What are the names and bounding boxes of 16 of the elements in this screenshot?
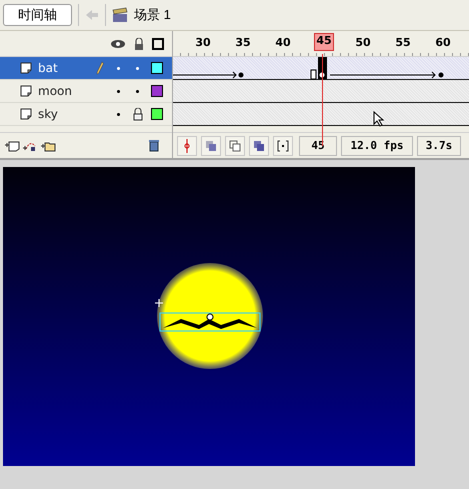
scene-label: 场景 1	[134, 6, 171, 24]
frame-number: 50	[354, 36, 372, 49]
layer-name: bat	[38, 61, 59, 75]
frame-number: 55	[394, 36, 412, 49]
frame-number: 45	[314, 33, 334, 51]
frame-number: 40	[274, 36, 292, 49]
layer-name: moon	[38, 84, 73, 98]
timeline-button[interactable]: 时间轴	[3, 4, 72, 26]
frame-rate: 12.0 fps	[341, 136, 413, 156]
layer-row[interactable]: bat	[0, 57, 172, 80]
layer-name: sky	[38, 107, 59, 121]
frame-number: 35	[234, 36, 252, 49]
frame-number: 60	[434, 36, 452, 49]
elapsed-time: 3.7s	[417, 136, 461, 156]
frame-ruler[interactable]: 30 35 40 45 50 55 60	[173, 31, 469, 57]
frame-number: 30	[194, 36, 212, 49]
